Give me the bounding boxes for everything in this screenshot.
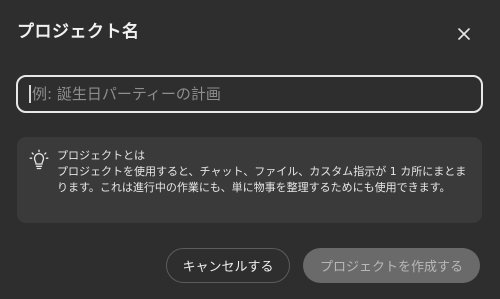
info-heading: プロジェクトとは xyxy=(57,149,145,162)
project-name-input[interactable] xyxy=(28,77,472,111)
create-project-button[interactable]: プロジェクトを作成する xyxy=(303,248,480,283)
create-project-dialog: プロジェクト名 プロジェクトとは プロジェクトを使用すると、チャット、ファイル、… xyxy=(0,0,500,299)
project-info-box: プロジェクトとは プロジェクトを使用すると、チャット、ファイル、カスタム指示が … xyxy=(17,137,482,223)
project-name-field xyxy=(16,75,483,113)
cancel-button[interactable]: キャンセルする xyxy=(166,248,290,283)
close-icon xyxy=(458,28,470,40)
info-body: プロジェクトを使用すると、チャット、ファイル、カスタム指示が 1 カ所にまとまり… xyxy=(57,165,467,194)
dialog-title: プロジェクト名 xyxy=(17,22,140,42)
info-text: プロジェクトとは プロジェクトを使用すると、チャット、ファイル、カスタム指示が … xyxy=(57,148,475,196)
close-button[interactable] xyxy=(453,23,475,45)
lightbulb-icon xyxy=(29,149,49,170)
